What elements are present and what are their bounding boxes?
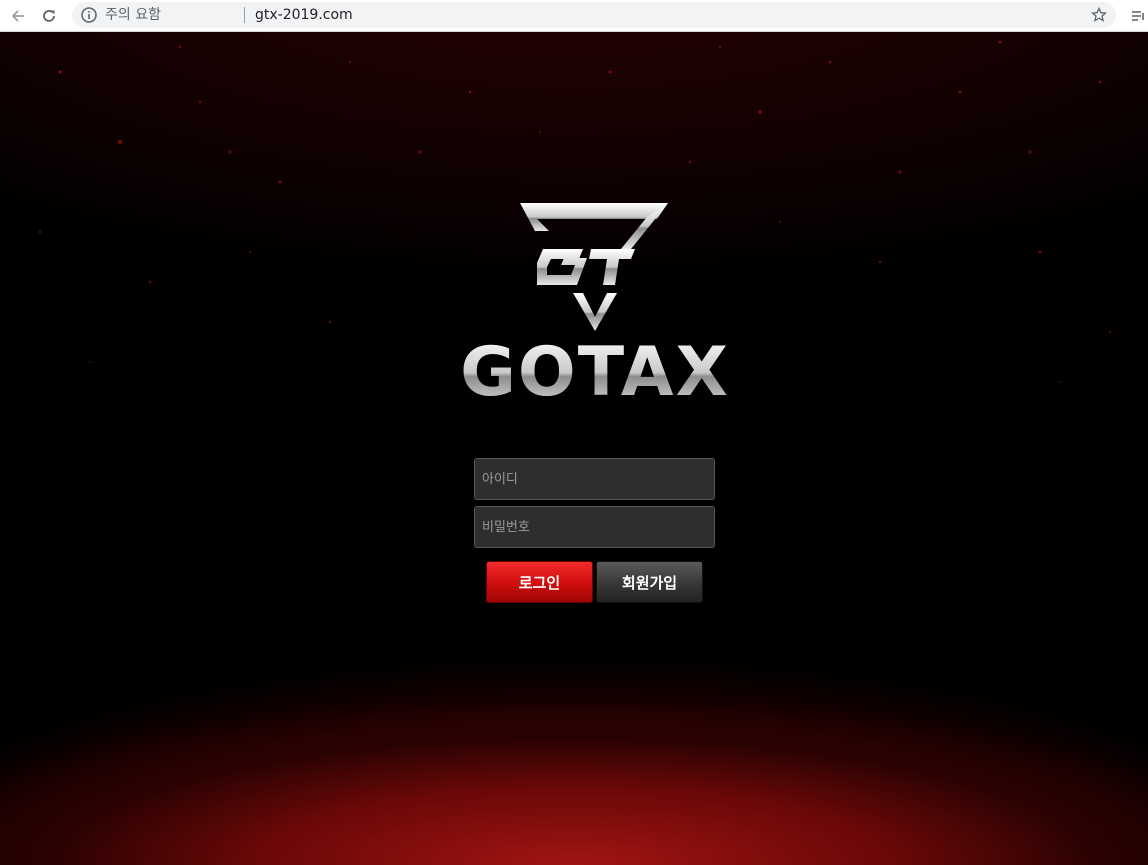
url-text[interactable]: gtx-2019.com (255, 5, 353, 25)
login-page: GOTAX 로그인 회원가입 (0, 32, 1148, 865)
id-input[interactable] (474, 458, 715, 500)
omnibox-divider (244, 7, 245, 23)
login-button-row: 로그인 회원가입 (486, 561, 703, 603)
security-warning[interactable]: 주의 요함 (105, 5, 161, 25)
login-button[interactable]: 로그인 (486, 561, 593, 603)
logo-emblem: GOTAX (460, 203, 730, 412)
signup-button[interactable]: 회원가입 (596, 561, 703, 603)
signup-button-label: 회원가입 (621, 573, 678, 592)
star-icon[interactable] (1089, 5, 1109, 25)
gotax-logo: GOTAX (425, 197, 765, 412)
sparkle-background (38, 40, 1112, 383)
login-form: 로그인 회원가입 (474, 458, 715, 603)
login-button-label: 로그인 (518, 573, 561, 592)
menu-icon[interactable] (1126, 4, 1148, 28)
info-icon[interactable] (80, 6, 98, 24)
back-arrow-icon[interactable] (6, 4, 30, 28)
reload-icon[interactable] (37, 4, 61, 28)
password-input[interactable] (474, 506, 715, 548)
logo-wordmark: GOTAX (460, 333, 730, 412)
address-bar[interactable]: 주의 요함 gtx-2019.com (72, 2, 1116, 28)
browser-toolbar: 주의 요함 gtx-2019.com (0, 0, 1148, 32)
